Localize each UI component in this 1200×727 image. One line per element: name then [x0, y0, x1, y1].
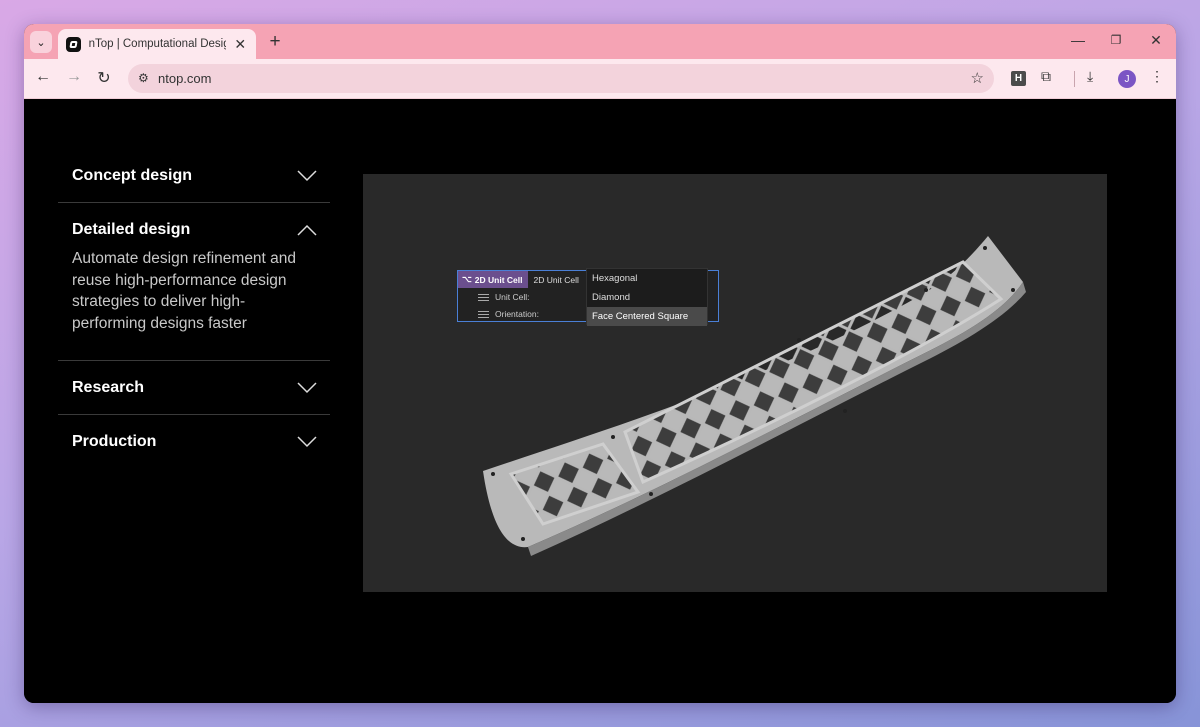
tab-close-icon[interactable]: ✕ [232, 36, 248, 53]
browser-toolbar: ← → ↻ ⚙ ntop.com ☆ H ⧉ ⤓ J ⋮ [24, 59, 1176, 99]
list-icon [478, 310, 489, 318]
tab-search-button[interactable]: ⌄ [30, 31, 52, 53]
new-tab-button[interactable]: + [266, 31, 284, 53]
option-hexagonal[interactable]: Hexagonal [587, 269, 707, 288]
tab-title: nTop | Computational Design Software [88, 38, 227, 50]
extensions-puzzle-icon[interactable]: ⧉ [1041, 68, 1051, 85]
restore-icon[interactable]: ❐ [1107, 33, 1125, 47]
ntop-favicon-icon [66, 36, 81, 52]
chevron-down-icon [297, 381, 317, 395]
site-info-icon[interactable]: ⚙ [138, 71, 149, 85]
accordion-header[interactable]: Research [58, 361, 330, 414]
block-type: 2D Unit Cell [533, 274, 579, 285]
param-label: Unit Cell: [495, 292, 530, 302]
chevron-up-icon [297, 223, 317, 237]
accordion-title: Concept design [72, 166, 193, 184]
accordion-header[interactable]: Production [58, 415, 330, 468]
block-name: 2D Unit Cell [474, 274, 523, 285]
accordion-header[interactable]: Concept design [58, 149, 330, 202]
close-window-icon[interactable]: ✕ [1147, 32, 1165, 49]
reload-icon[interactable]: ↻ [94, 68, 114, 88]
forward-arrow-icon[interactable]: → [64, 68, 84, 86]
accordion-item-production[interactable]: Production [58, 415, 330, 468]
block-title[interactable]: ⌥ 2D Unit Cell [458, 271, 528, 288]
browser-window: ⌄ nTop | Computational Design Software ✕… [24, 24, 1176, 703]
accordion-item-detailed-design[interactable]: Detailed design Automate design refineme… [58, 203, 330, 361]
param-label: Orientation: [495, 309, 539, 319]
page-content: Concept design Detailed design Automate … [24, 99, 1176, 703]
extension-h-icon[interactable]: H [1011, 71, 1026, 86]
accordion-title: Research [72, 378, 145, 396]
accordion-item-research[interactable]: Research [58, 361, 330, 415]
active-tab[interactable]: nTop | Computational Design Software ✕ [58, 29, 256, 59]
toolbar-divider [1074, 71, 1075, 87]
unit-cell-block-icon: ⌥ [462, 274, 472, 284]
downloads-icon[interactable]: ⤓ [1087, 68, 1093, 85]
param-orientation[interactable]: Orientation: [478, 309, 539, 319]
lattice-panel-render [483, 236, 1026, 556]
param-unit-cell[interactable]: Unit Cell: [478, 292, 529, 302]
menu-kebab-icon[interactable]: ⋮ [1150, 68, 1164, 85]
accordion-title: Detailed design [72, 220, 191, 238]
bookmark-star-icon[interactable]: ☆ [971, 69, 984, 87]
product-render-viewport: ⌥ 2D Unit Cell 2D Unit Cell Unit Cell: O… [363, 174, 1107, 592]
accordion-body-text: Automate design refinement and reuse hig… [72, 250, 297, 332]
minimize-icon[interactable]: — [1069, 32, 1087, 48]
solutions-accordion: Concept design Detailed design Automate … [58, 149, 330, 468]
option-diamond[interactable]: Diamond [587, 288, 707, 307]
url-text: ntop.com [158, 71, 212, 86]
profile-avatar[interactable]: J [1118, 70, 1136, 88]
list-icon [478, 293, 489, 301]
back-arrow-icon[interactable]: ← [33, 68, 53, 86]
unit-cell-dropdown[interactable]: Hexagonal Diamond Face Centered Square [586, 268, 708, 326]
option-face-centered-square[interactable]: Face Centered Square [587, 307, 707, 326]
accordion-title: Production [72, 432, 157, 450]
accordion-item-concept-design[interactable]: Concept design [58, 149, 330, 203]
chevron-down-icon [297, 169, 317, 183]
address-bar[interactable]: ⚙ ntop.com ☆ [128, 64, 994, 93]
chevron-down-icon [297, 435, 317, 449]
tab-strip: ⌄ nTop | Computational Design Software ✕… [24, 24, 1176, 59]
